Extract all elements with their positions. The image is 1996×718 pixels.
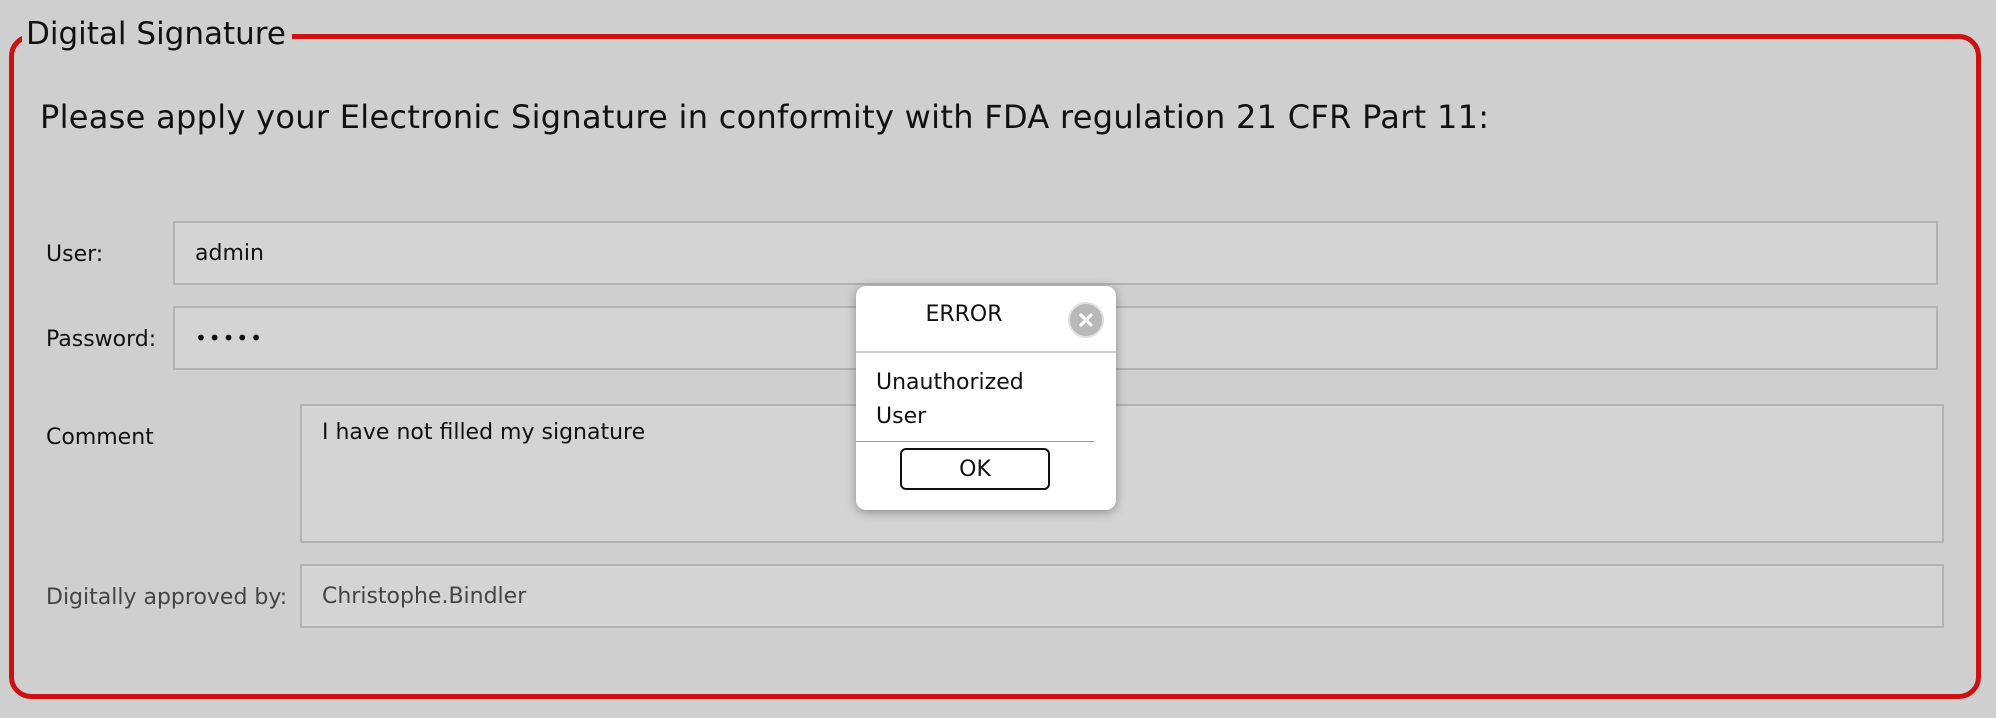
close-x-glyph [1079, 313, 1093, 327]
password-label: Password: [46, 327, 157, 352]
comment-label: Comment [46, 425, 154, 450]
ok-button[interactable]: OK [900, 448, 1050, 490]
dialog-footer-divider [856, 441, 1094, 442]
approved-by-label: Digitally approved by: [46, 585, 288, 610]
approved-by-value: Christophe.Bindler [322, 583, 527, 609]
instruction-text: Please apply your Electronic Signature i… [40, 98, 1490, 136]
error-dialog: ERROR Unauthorized User OK [856, 286, 1116, 510]
user-field[interactable]: admin [173, 221, 1938, 285]
approved-by-field: Christophe.Bindler [300, 564, 1944, 628]
password-value: ••••• [195, 326, 264, 350]
close-circle-icon[interactable] [1068, 302, 1104, 338]
comment-value: I have not filled my signature [322, 420, 646, 445]
user-label: User: [46, 242, 104, 267]
user-value: admin [195, 240, 264, 266]
comment-textarea[interactable]: I have not filled my signature [300, 404, 1944, 543]
dialog-message: Unauthorized User [876, 370, 1024, 429]
panel-title: Digital Signature [22, 14, 292, 54]
dialog-divider [856, 351, 1116, 353]
dialog-title: ERROR [925, 302, 1003, 327]
